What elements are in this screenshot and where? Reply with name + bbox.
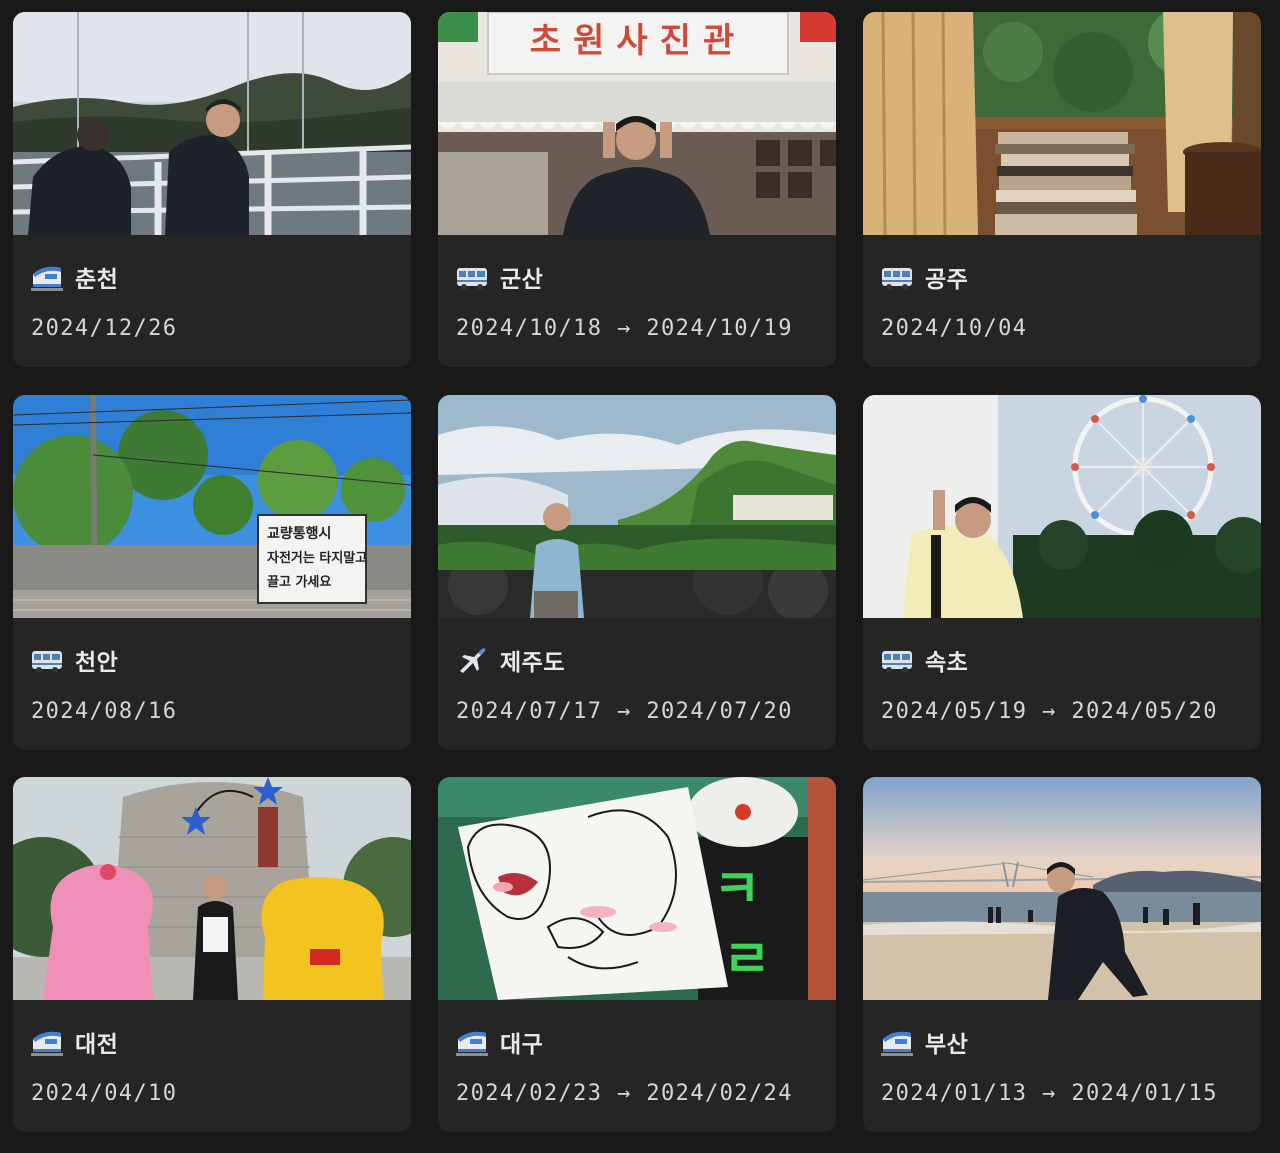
trip-title: 대전	[75, 1032, 119, 1058]
trip-date: 2024/12/26	[31, 316, 178, 341]
shop-sign: 초원사진관	[530, 21, 746, 61]
trip-card[interactable]: 제주도 2024/07/17 → 2024/07/20	[438, 395, 836, 750]
trip-date: 2024/10/04	[881, 316, 1028, 341]
trip-photo	[438, 395, 836, 618]
bus-icon	[31, 645, 63, 675]
trip-card[interactable]: 교량통행시 자전거는 타지말고 끌고 가세요 천안 2024/08/16	[13, 395, 411, 750]
trip-card[interactable]: 춘천 2024/12/26	[13, 12, 411, 367]
trip-photo	[863, 395, 1261, 618]
trip-date: 2024/08/16	[31, 699, 178, 724]
trip-title: 공주	[925, 267, 969, 293]
trip-card[interactable]: 부산 2024/01/13 → 2024/01/15	[863, 777, 1261, 1132]
trip-card[interactable]: ㅋ ㄹ 대구 2024/02/23 → 2024/02/24	[438, 777, 836, 1132]
svg-text:ㅋ: ㅋ	[713, 860, 761, 920]
trip-title: 대구	[500, 1032, 544, 1058]
trip-date: 2024/01/13 → 2024/01/15	[881, 1081, 1218, 1106]
trip-card[interactable]: 초원사진관 군산 2024/10/18 → 2024/10/19	[438, 12, 836, 367]
trip-date: 2024/04/10	[31, 1081, 178, 1106]
trip-photo	[13, 777, 411, 1000]
trip-title: 속초	[925, 650, 969, 676]
trip-title: 군산	[500, 267, 544, 293]
sign-line-2: 자전거는 타지말고	[267, 550, 367, 566]
trip-photo: 초원사진관	[438, 12, 836, 235]
trip-card[interactable]: 속초 2024/05/19 → 2024/05/20	[863, 395, 1261, 750]
trip-date: 2024/05/19 → 2024/05/20	[881, 699, 1218, 724]
trip-card[interactable]: 공주 2024/10/04	[863, 12, 1261, 367]
trip-date: 2024/10/18 → 2024/10/19	[456, 316, 793, 341]
airplane-icon	[456, 645, 488, 675]
trip-date: 2024/07/17 → 2024/07/20	[456, 699, 793, 724]
bullet-train-icon	[881, 1027, 913, 1057]
trip-date: 2024/02/23 → 2024/02/24	[456, 1081, 793, 1106]
svg-text:ㄹ: ㄹ	[723, 930, 771, 990]
bus-icon	[881, 645, 913, 675]
bullet-train-icon	[31, 1027, 63, 1057]
trip-photo	[863, 777, 1261, 1000]
bus-icon	[881, 262, 913, 292]
trip-title: 부산	[925, 1032, 969, 1058]
bus-icon	[456, 262, 488, 292]
trip-photo: 교량통행시 자전거는 타지말고 끌고 가세요	[13, 395, 411, 618]
trip-title: 춘천	[75, 267, 119, 293]
trip-photo	[13, 12, 411, 235]
trip-title: 제주도	[500, 650, 565, 676]
bullet-train-icon	[456, 1027, 488, 1057]
trip-gallery: 춘천 2024/12/26 초원사진관 군산 2024/10/18 → 2024…	[0, 0, 1280, 1153]
trip-title: 천안	[75, 650, 119, 676]
trip-card[interactable]: 대전 2024/04/10	[13, 777, 411, 1132]
sign-line-3: 끌고 가세요	[267, 575, 331, 590]
bullet-train-icon	[31, 262, 63, 292]
sign-line-1: 교량통행시	[267, 526, 331, 542]
trip-photo: ㅋ ㄹ	[438, 777, 836, 1000]
trip-photo	[863, 12, 1261, 235]
